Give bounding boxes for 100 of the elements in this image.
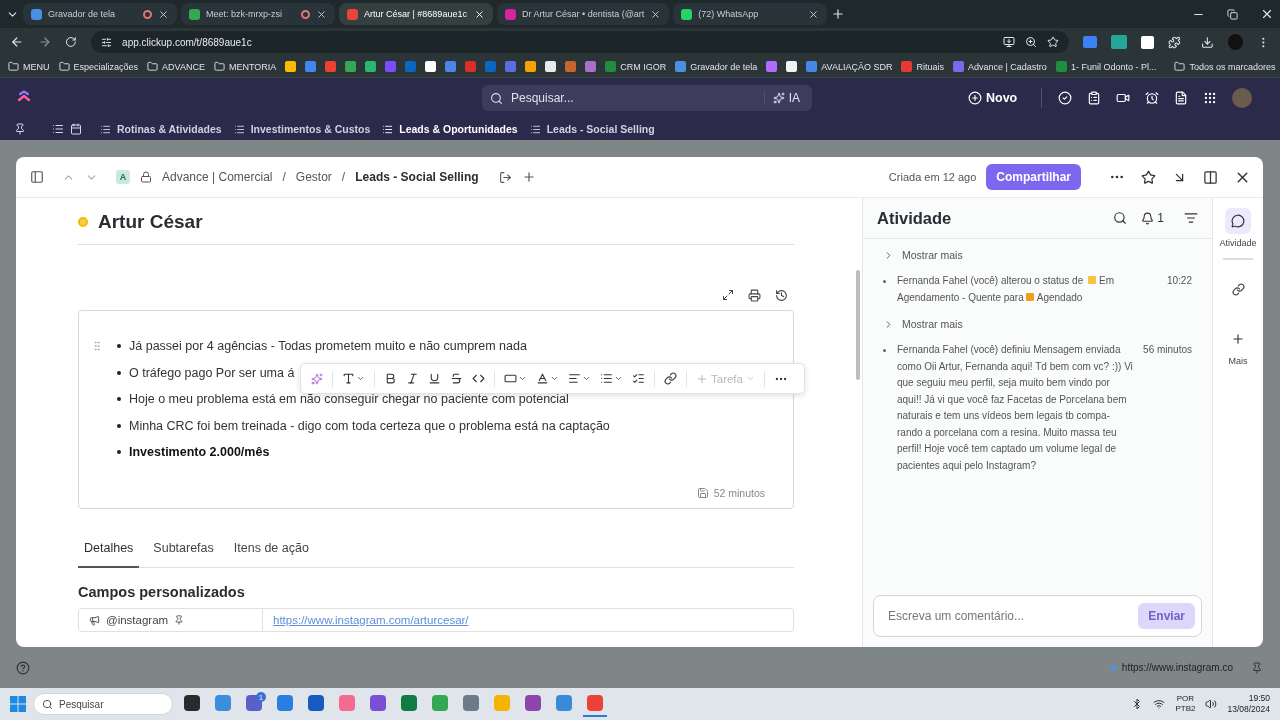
start-icon[interactable] <box>10 696 26 712</box>
keyboard-layout[interactable]: POR PTB2 <box>1175 694 1196 714</box>
ai-button[interactable]: IA <box>763 91 804 105</box>
check-circle-icon[interactable] <box>1058 91 1073 105</box>
bookmark-link[interactable]: AVALIAÇÃO SDR <box>821 61 893 72</box>
search-icon[interactable] <box>1113 211 1128 225</box>
bookmark-link[interactable]: Gravador de tela <box>690 61 758 72</box>
strikethrough-icon[interactable] <box>450 372 463 385</box>
status-dot[interactable] <box>78 217 88 227</box>
search-field[interactable]: Pesquisar... IA <box>482 85 812 111</box>
activity-tab[interactable]: Atividade <box>1219 208 1257 248</box>
bookmark-link[interactable]: Advance | Cadastro <box>968 61 1047 72</box>
bullet-list-icon[interactable] <box>600 372 613 385</box>
puzzle-icon[interactable] <box>1168 35 1181 49</box>
description-editor[interactable] <box>78 310 794 509</box>
document-icon[interactable] <box>1174 91 1189 105</box>
wifi-icon[interactable] <box>1153 698 1166 710</box>
show-more-button[interactable]: Mostrar mais <box>883 249 1192 261</box>
filter-icon[interactable] <box>1184 211 1198 225</box>
folder-icon[interactable] <box>1174 61 1186 72</box>
section-tab[interactable]: Itens de ação <box>227 531 315 568</box>
taskbar-search[interactable]: Pesquisar <box>33 693 173 715</box>
more-tab[interactable]: Mais <box>1225 326 1251 366</box>
back-icon[interactable] <box>10 35 24 49</box>
breadcrumb-link[interactable]: Advance | Comercial <box>162 170 273 184</box>
bookmark-folder[interactable]: ADVANCE <box>162 61 205 72</box>
sidebar-toggle-icon[interactable] <box>30 170 44 184</box>
expand-icon[interactable] <box>722 289 734 301</box>
apps-grid-icon[interactable] <box>1203 91 1218 105</box>
close-icon[interactable] <box>474 8 485 20</box>
folder-icon[interactable] <box>213 61 225 72</box>
pin-icon[interactable] <box>14 123 26 135</box>
caret-icon[interactable] <box>614 374 623 383</box>
text-box-icon[interactable] <box>504 372 517 385</box>
text-style-icon[interactable] <box>342 372 355 385</box>
calendar-icon[interactable] <box>70 123 82 135</box>
star-icon[interactable] <box>1141 169 1156 185</box>
breadcrumb-link[interactable]: Leads - Social Selling <box>355 170 479 184</box>
drag-handle-icon[interactable] <box>91 340 103 352</box>
browser-tab[interactable]: Artur César | #8689aue1c <box>339 3 493 25</box>
box-arrow-icon[interactable] <box>498 170 512 184</box>
bookmark-icon[interactable] <box>425 61 437 72</box>
code-icon[interactable] <box>472 372 485 385</box>
bookmark-link[interactable]: 1- Funil Odonto - Pl... <box>1070 61 1157 72</box>
bookmark-folder[interactable]: MENTORIA <box>228 61 277 72</box>
forward-icon[interactable] <box>37 35 52 49</box>
clipboard-icon[interactable] <box>1087 91 1102 105</box>
nav-tab[interactable]: Leads & Oportunidades <box>382 123 518 135</box>
checklist-icon[interactable] <box>632 372 645 385</box>
underline-icon[interactable] <box>428 372 441 385</box>
link-icon[interactable] <box>664 372 677 385</box>
install-icon[interactable] <box>1003 36 1016 48</box>
bold-icon[interactable] <box>384 372 397 385</box>
bookmark-folder[interactable]: Especializações <box>73 61 139 72</box>
print-icon[interactable] <box>748 289 761 302</box>
alarm-clock-icon[interactable] <box>1145 91 1160 105</box>
nav-tab[interactable]: Rotinas & Atividades <box>100 123 222 135</box>
site-settings-icon[interactable] <box>101 36 113 48</box>
align-icon[interactable] <box>568 372 581 385</box>
reload-icon[interactable] <box>65 36 78 48</box>
caret-icon[interactable] <box>518 374 527 383</box>
browser-tab[interactable]: Dr Artur César • dentista (@art <box>497 3 670 25</box>
clock[interactable]: 19:50 13/08/2024 <box>1227 693 1270 715</box>
scrollbar-thumb[interactable] <box>856 270 860 380</box>
text-color-icon[interactable] <box>536 372 549 385</box>
new-button[interactable]: Novo <box>962 90 1024 106</box>
caret-icon[interactable] <box>550 374 559 383</box>
field-link[interactable]: https://www.instagram.com/arturcesar/ <box>263 609 793 631</box>
download-icon[interactable] <box>1200 35 1214 49</box>
zoom-icon[interactable] <box>1025 36 1038 48</box>
caret-icon[interactable] <box>582 374 591 383</box>
show-more-button[interactable]: Mostrar mais <box>883 318 1192 330</box>
nav-tab[interactable]: Investimentos & Custos <box>233 123 371 135</box>
folder-icon[interactable] <box>8 61 19 72</box>
folder-icon[interactable] <box>58 61 70 72</box>
share-button[interactable]: Compartilhar <box>986 164 1081 190</box>
close-icon[interactable] <box>1260 7 1274 21</box>
restore-icon[interactable] <box>1227 8 1238 20</box>
close-icon[interactable] <box>158 8 169 20</box>
bookmark-icon[interactable] <box>545 61 557 72</box>
video-icon[interactable] <box>1116 91 1131 105</box>
section-tab[interactable]: Subtarefas <box>147 531 220 568</box>
bookmark-link[interactable]: CRM IGOR <box>620 61 667 72</box>
bookmark-folder[interactable]: Todos os marcadores <box>1189 61 1276 72</box>
browser-tab[interactable]: Gravador de tela <box>23 3 177 25</box>
volume-icon[interactable] <box>1205 698 1218 710</box>
bookmark-icon[interactable] <box>525 61 537 72</box>
italic-icon[interactable] <box>406 372 419 385</box>
browser-tab[interactable]: (72) WhatsApp <box>673 3 828 25</box>
breadcrumb-link[interactable]: Gestor <box>295 170 332 184</box>
nav-tab[interactable]: Leads - Social Selling <box>529 123 655 135</box>
history-icon[interactable] <box>775 289 788 302</box>
help-icon[interactable] <box>16 660 30 675</box>
close-icon[interactable] <box>808 8 820 20</box>
folder-icon[interactable] <box>147 61 159 72</box>
browser-tab[interactable]: Meet: bzk-mrxp-zsi <box>181 3 335 25</box>
bookmark-link[interactable]: Rituais <box>916 61 944 72</box>
bookmark-icon[interactable] <box>786 61 798 72</box>
sparkles-icon[interactable] <box>311 372 323 385</box>
columns-icon[interactable] <box>1203 169 1218 185</box>
